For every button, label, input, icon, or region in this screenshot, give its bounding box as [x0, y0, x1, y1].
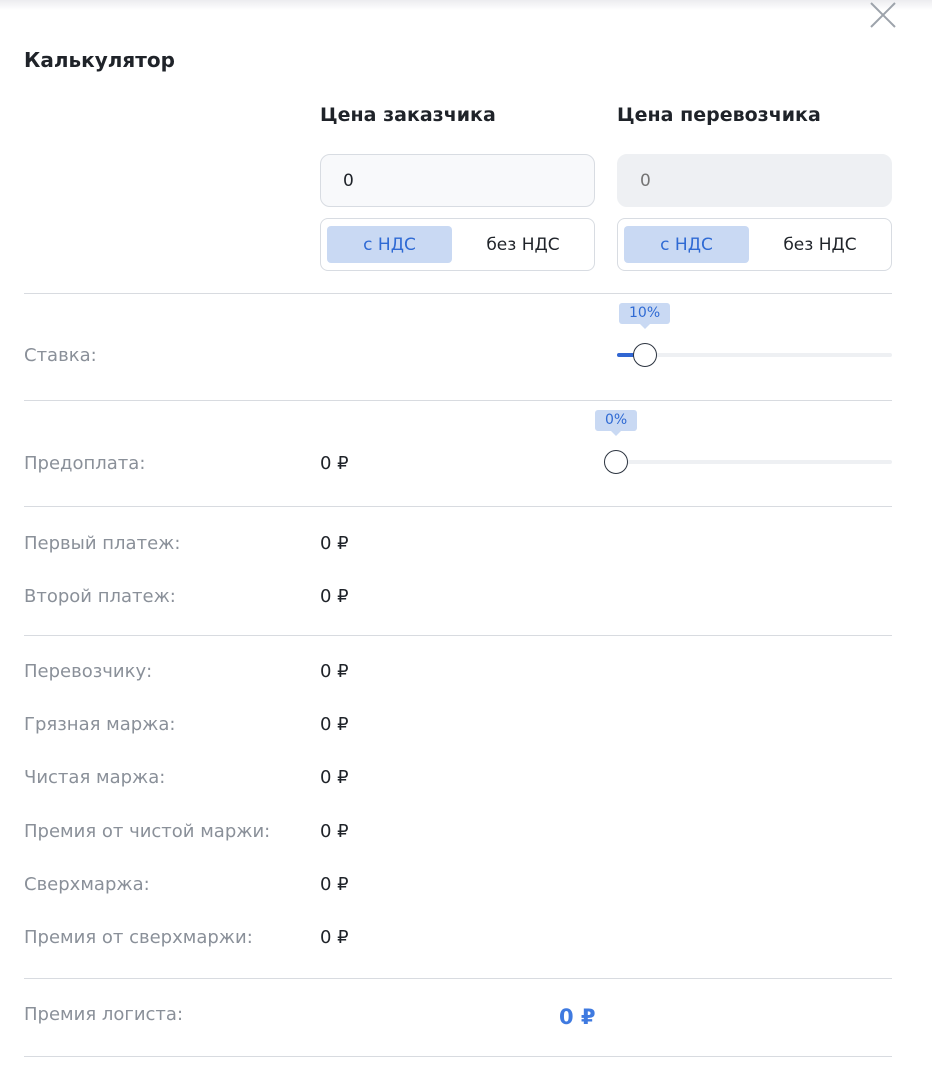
super-margin-bonus-value: 0 ₽ — [320, 927, 349, 948]
rate-tooltip: 10% — [619, 303, 671, 329]
logist-bonus-label: Премия логиста: — [24, 1004, 184, 1025]
second-payment-value: 0 ₽ — [320, 586, 349, 607]
second-payment-label: Второй платеж: — [24, 586, 176, 607]
customer-price-header: Цена заказчика — [320, 104, 496, 126]
divider — [24, 1056, 892, 1057]
prepayment-label: Предоплата: — [24, 453, 146, 474]
first-payment-label: Первый платеж: — [24, 533, 181, 554]
net-margin-bonus-label: Премия от чистой маржи: — [24, 821, 271, 842]
customer-with-vat-option[interactable]: с НДС — [327, 226, 452, 263]
prepayment-value: 0 ₽ — [320, 453, 349, 474]
carrier-price-input[interactable] — [617, 154, 892, 207]
divider — [24, 506, 892, 507]
carrier-vat-toggle: с НДС без НДС — [617, 218, 892, 271]
divider — [24, 978, 892, 979]
divider — [24, 293, 892, 294]
super-margin-bonus-label: Премия от сверхмаржи: — [24, 927, 253, 948]
rate-slider-track[interactable] — [617, 353, 892, 357]
close-button[interactable] — [866, 0, 900, 30]
prepayment-slider-track[interactable] — [616, 460, 892, 464]
net-margin-bonus-value: 0 ₽ — [320, 821, 349, 842]
divider — [24, 635, 892, 636]
net-margin-label: Чистая маржа: — [24, 767, 166, 788]
super-margin-label: Сверхмаржа: — [24, 874, 150, 895]
gross-margin-value: 0 ₽ — [320, 714, 349, 735]
close-icon — [870, 2, 896, 28]
carrier-price-header: Цена перевозчика — [617, 104, 821, 126]
net-margin-value: 0 ₽ — [320, 767, 349, 788]
to-carrier-label: Перевозчику: — [24, 661, 153, 682]
prepayment-tooltip: 0% — [595, 410, 638, 436]
carrier-without-vat-option[interactable]: без НДС — [754, 226, 886, 263]
prepayment-slider-handle[interactable] — [604, 450, 628, 474]
carrier-with-vat-option[interactable]: с НДС — [624, 226, 749, 263]
page-title: Калькулятор — [24, 48, 175, 72]
customer-vat-toggle: с НДС без НДС — [320, 218, 595, 271]
gross-margin-label: Грязная маржа: — [24, 714, 176, 735]
customer-price-input[interactable] — [320, 154, 595, 207]
customer-without-vat-option[interactable]: без НДС — [457, 226, 589, 263]
rate-label: Ставка: — [24, 345, 97, 366]
divider — [24, 400, 892, 401]
first-payment-value: 0 ₽ — [320, 533, 349, 554]
logist-bonus-value: 0 ₽ — [559, 1005, 596, 1029]
top-shadow — [0, 0, 932, 10]
to-carrier-value: 0 ₽ — [320, 661, 349, 682]
rate-slider-handle[interactable] — [632, 343, 657, 367]
super-margin-value: 0 ₽ — [320, 874, 349, 895]
